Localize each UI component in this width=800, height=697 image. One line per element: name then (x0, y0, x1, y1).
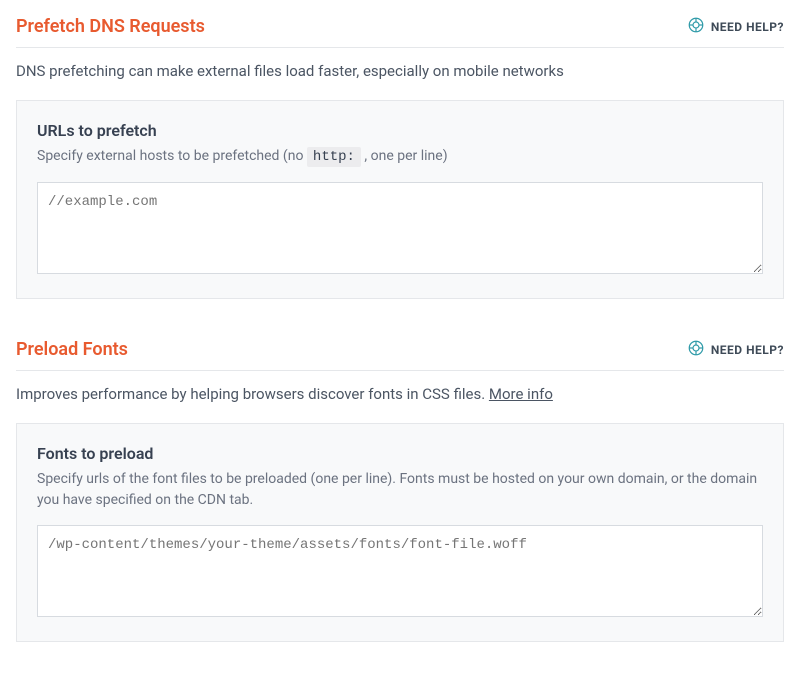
prefetch-dns-section: Prefetch DNS Requests NEED HELP? DNS pre… (16, 16, 784, 299)
help-label: NEED HELP? (711, 20, 784, 34)
prefetch-card-title: URLs to prefetch (37, 121, 763, 140)
prefetch-description: DNS prefetching can make external files … (16, 62, 784, 80)
preload-fonts-section: Preload Fonts NEED HELP? Improves perfor… (16, 339, 784, 642)
preload-title: Preload Fonts (16, 339, 128, 360)
prefetch-title: Prefetch DNS Requests (16, 16, 205, 37)
more-info-link[interactable]: More info (489, 385, 553, 403)
prefetch-subtitle-after: , one per line) (361, 148, 448, 164)
preload-help-link[interactable]: NEED HELP? (687, 339, 784, 360)
prefetch-card: URLs to prefetch Specify external hosts … (16, 100, 784, 299)
prefetch-help-link[interactable]: NEED HELP? (687, 16, 784, 37)
prefetch-card-subtitle: Specify external hosts to be prefetched … (37, 146, 763, 168)
preload-section-header: Preload Fonts NEED HELP? (16, 339, 784, 371)
help-label: NEED HELP? (711, 343, 784, 357)
preload-fonts-textarea[interactable] (37, 525, 763, 617)
preload-card-subtitle: Specify urls of the font files to be pre… (37, 469, 763, 511)
prefetch-subtitle-before: Specify external hosts to be prefetched … (37, 148, 307, 164)
preload-description: Improves performance by helping browsers… (16, 385, 784, 403)
help-icon (687, 16, 705, 37)
prefetch-subtitle-code: http: (307, 147, 361, 167)
prefetch-urls-textarea[interactable] (37, 182, 763, 274)
help-icon (687, 339, 705, 360)
preload-description-text: Improves performance by helping browsers… (16, 385, 489, 403)
preload-card-title: Fonts to preload (37, 444, 763, 463)
prefetch-section-header: Prefetch DNS Requests NEED HELP? (16, 16, 784, 48)
preload-card: Fonts to preload Specify urls of the fon… (16, 423, 784, 642)
